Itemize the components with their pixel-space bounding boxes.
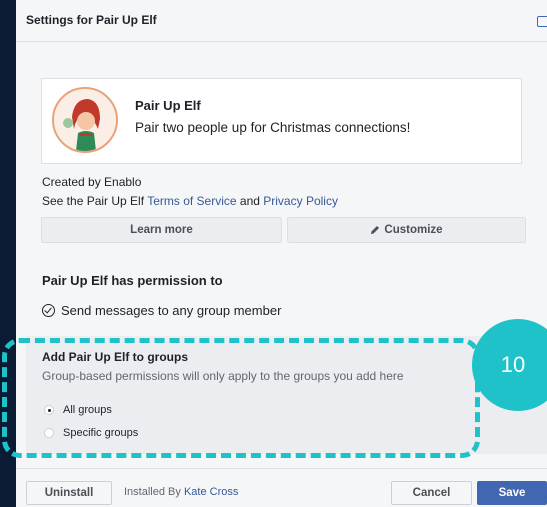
permission-label: Send messages to any group member: [61, 303, 282, 318]
uninstall-label: Uninstall: [44, 487, 94, 499]
terms-and: and: [239, 194, 260, 208]
learn-more-label: Learn more: [130, 224, 193, 236]
customize-button[interactable]: Customize: [287, 217, 526, 243]
customize-label: Customize: [384, 224, 443, 236]
app-avatar: [52, 87, 118, 153]
dialog-footer: Uninstall Installed By Kate Cross Cancel…: [16, 468, 547, 507]
app-card: Pair Up Elf Pair two people up for Chris…: [41, 78, 522, 164]
dialog-header: Settings for Pair Up Elf: [16, 0, 547, 42]
permission-item: Send messages to any group member: [42, 303, 281, 318]
permissions-title: Pair Up Elf has permission to: [42, 273, 223, 288]
cancel-button[interactable]: Cancel: [391, 481, 472, 505]
terms-prefix: See the Pair Up Elf: [42, 194, 145, 208]
pencil-icon: [371, 226, 380, 234]
close-icon[interactable]: [537, 16, 547, 27]
installer-name-link[interactable]: Kate Cross: [184, 486, 238, 498]
terms-of-service-link[interactable]: Terms of Service: [147, 194, 236, 208]
elf-illustration: [54, 89, 116, 151]
app-name: Pair Up Elf: [135, 98, 201, 113]
installed-by: Installed By Kate Cross: [124, 486, 238, 498]
created-by: Created by Enablo: [42, 175, 142, 189]
uninstall-button[interactable]: Uninstall: [26, 481, 112, 505]
save-label: Save: [498, 487, 526, 499]
installed-by-prefix: Installed By: [124, 486, 181, 498]
check-circle-icon: [42, 304, 55, 317]
app-description: Pair two people up for Christmas connect…: [135, 120, 411, 135]
terms-line: See the Pair Up Elf Terms of Service and…: [42, 194, 338, 208]
tutorial-highlight-frame: [2, 338, 480, 458]
step-number: 10: [500, 352, 526, 377]
learn-more-button[interactable]: Learn more: [41, 217, 282, 243]
cancel-label: Cancel: [412, 487, 451, 499]
privacy-policy-link[interactable]: Privacy Policy: [263, 194, 338, 208]
dialog-title: Settings for Pair Up Elf: [26, 13, 157, 27]
save-button[interactable]: Save: [477, 481, 547, 505]
